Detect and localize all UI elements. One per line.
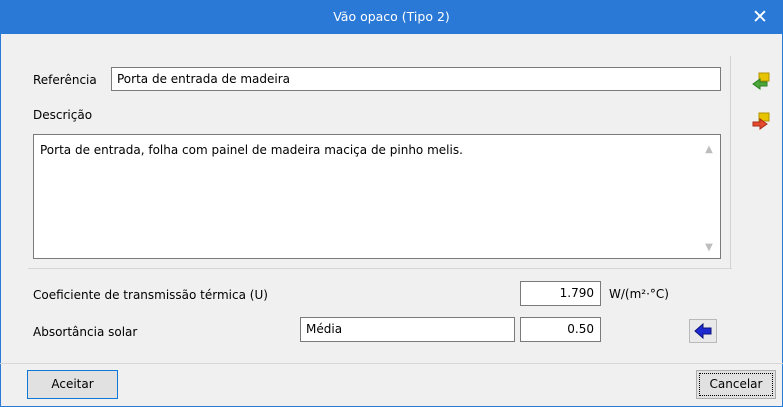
footer-separator	[0, 363, 783, 364]
referencia-input[interactable]: Porta de entrada de madeira	[111, 67, 721, 91]
absort-select[interactable]: Média	[300, 317, 515, 342]
cancel-button[interactable]: Cancelar	[696, 370, 776, 399]
divider	[28, 268, 732, 269]
close-icon[interactable]: ✕	[743, 0, 777, 34]
descricao-label: Descrição	[33, 108, 93, 122]
window-title: Vão opaco (Tipo 2)	[333, 9, 450, 24]
accept-button[interactable]: Aceitar	[27, 370, 118, 399]
coef-unit: W/(m²·°C)	[609, 287, 669, 301]
absort-label: Absortância solar	[33, 325, 138, 339]
coef-label: Coeficiente de transmissão térmica (U)	[33, 288, 268, 302]
import-icon[interactable]	[750, 70, 772, 92]
scroll-down-icon[interactable]: ▼	[703, 240, 715, 253]
descricao-text: Porta de entrada, folha com painel de ma…	[40, 143, 463, 157]
apply-absort-button[interactable]	[689, 319, 717, 343]
descricao-textarea[interactable]: Porta de entrada, folha com painel de ma…	[33, 134, 721, 259]
absort-input[interactable]: 0.50	[520, 317, 601, 342]
arrow-left-icon	[694, 322, 712, 340]
coef-input[interactable]: 1.790	[520, 281, 601, 306]
referencia-label: Referência	[33, 73, 97, 87]
scroll-up-icon[interactable]: ▲	[703, 142, 715, 155]
export-icon[interactable]	[750, 110, 772, 132]
